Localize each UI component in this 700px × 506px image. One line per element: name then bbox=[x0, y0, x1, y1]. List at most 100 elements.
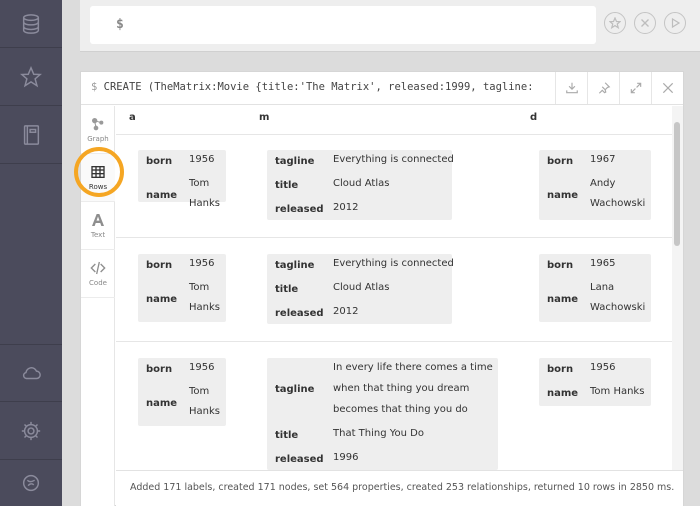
tab-code[interactable]: Code bbox=[81, 250, 115, 298]
column-header-a: a bbox=[129, 112, 136, 123]
prop-value: 1965 bbox=[590, 258, 616, 269]
clear-icon bbox=[641, 19, 649, 27]
code-icon bbox=[90, 261, 106, 275]
prop-value: 1956 bbox=[189, 154, 215, 165]
documents-button[interactable] bbox=[0, 106, 62, 164]
prop-key: name bbox=[547, 388, 579, 399]
tab-text-label: Text bbox=[90, 231, 106, 239]
prop-value: 1996 bbox=[333, 452, 359, 463]
tab-text[interactable]: Text bbox=[81, 202, 115, 250]
run-query-button[interactable] bbox=[664, 12, 686, 34]
sidebar bbox=[0, 0, 62, 506]
tab-code-label: Code bbox=[89, 279, 107, 287]
prop-value: Andy bbox=[590, 178, 616, 189]
database-button[interactable] bbox=[0, 0, 62, 48]
prop-key: tagline bbox=[275, 156, 315, 167]
prop-value: Cloud Atlas bbox=[333, 178, 390, 189]
pin-icon bbox=[598, 82, 610, 94]
prop-value: Hanks bbox=[189, 198, 220, 209]
scrollbar-thumb[interactable] bbox=[674, 122, 680, 246]
prop-value: Everything is connected bbox=[333, 154, 454, 165]
settings-button[interactable] bbox=[0, 402, 62, 460]
row-divider bbox=[116, 134, 672, 135]
row-divider bbox=[116, 237, 672, 238]
run-icon bbox=[671, 17, 681, 29]
prop-key: title bbox=[275, 430, 299, 441]
prop-value: Tom bbox=[189, 178, 210, 189]
node-card-d[interactable]: born 1967 name Andy Wachowski bbox=[539, 150, 651, 220]
download-button[interactable] bbox=[555, 72, 587, 104]
prop-key: tagline bbox=[275, 384, 315, 395]
node-card-a[interactable]: born 1956 name Tom Hanks bbox=[138, 358, 226, 426]
clear-editor-button[interactable] bbox=[634, 12, 656, 34]
cloud-icon bbox=[22, 367, 41, 380]
prop-value: Tom bbox=[189, 386, 210, 397]
neo4j-logo-icon bbox=[22, 474, 40, 492]
pin-button[interactable] bbox=[587, 72, 619, 104]
query-editor[interactable]: $ bbox=[90, 6, 596, 44]
text-icon bbox=[92, 214, 104, 226]
close-icon bbox=[662, 82, 673, 94]
prop-key: title bbox=[275, 180, 299, 191]
prop-key: born bbox=[146, 156, 173, 167]
prop-value: That Thing You Do bbox=[333, 428, 424, 439]
node-card-d[interactable]: born 1956 name Tom Hanks bbox=[539, 358, 651, 406]
editor-prompt: $ bbox=[116, 17, 124, 32]
prop-value: becomes that thing you do bbox=[333, 404, 468, 415]
editor-bar: $ bbox=[80, 0, 700, 52]
prop-key: name bbox=[547, 294, 579, 305]
close-frame-button[interactable] bbox=[651, 72, 683, 104]
cloud-button[interactable] bbox=[0, 344, 62, 402]
tab-graph-label: Graph bbox=[87, 135, 109, 143]
prop-value: Lana bbox=[590, 282, 615, 293]
prop-value: Hanks bbox=[189, 406, 220, 417]
prop-value: Wachowski bbox=[590, 198, 646, 209]
expand-icon bbox=[630, 82, 641, 94]
prop-value: Cloud Atlas bbox=[333, 282, 390, 293]
prop-value: 1967 bbox=[590, 154, 616, 165]
prop-key: released bbox=[275, 308, 324, 319]
prop-key: born bbox=[146, 364, 173, 375]
prop-key: name bbox=[146, 294, 178, 305]
prop-key: title bbox=[275, 284, 299, 295]
node-card-a[interactable]: born 1956 name Tom Hanks bbox=[138, 254, 226, 322]
status-message: Added 171 labels, created 171 nodes, set… bbox=[130, 482, 675, 493]
prop-key: name bbox=[146, 398, 178, 409]
favorites-button[interactable] bbox=[0, 48, 62, 106]
node-card-m[interactable]: tagline Everything is connected title Clou… bbox=[267, 254, 454, 324]
node-card-m[interactable]: tagline In every life there comes a time w… bbox=[267, 358, 498, 470]
favorite-query-button[interactable] bbox=[604, 12, 626, 34]
frame-title-text: CREATE (TheMatrix:Movie {title:'The Matr… bbox=[103, 81, 531, 93]
status-bar: Added 171 labels, created 171 nodes, set… bbox=[116, 470, 683, 506]
result-frame: $ CREATE (TheMatrix:Movie {title:'The Ma… bbox=[74, 71, 684, 506]
node-card-m[interactable]: tagline Everything is connected title Clou… bbox=[267, 150, 454, 220]
about-button[interactable] bbox=[0, 460, 62, 506]
prop-key: released bbox=[275, 204, 324, 215]
prop-value: 2012 bbox=[333, 202, 359, 213]
prop-value: Tom bbox=[189, 282, 210, 293]
view-tabs: Graph Rows Text Code bbox=[74, 106, 124, 506]
book-icon bbox=[23, 124, 40, 145]
row-divider bbox=[116, 341, 672, 342]
frame-title-prefix: $ bbox=[91, 81, 98, 93]
prop-value: when that thing you dream bbox=[333, 383, 470, 394]
prop-key: released bbox=[275, 454, 324, 465]
prop-key: born bbox=[547, 364, 574, 375]
prop-value: Wachowski bbox=[590, 302, 646, 313]
star-icon bbox=[609, 17, 621, 29]
prop-key: name bbox=[547, 190, 579, 201]
frame-header: $ CREATE (TheMatrix:Movie {title:'The Ma… bbox=[81, 72, 683, 105]
prop-value: 1956 bbox=[189, 362, 215, 373]
star-icon bbox=[20, 65, 42, 87]
download-icon bbox=[565, 82, 578, 94]
prop-value: Hanks bbox=[189, 302, 220, 313]
prop-value: 1956 bbox=[590, 362, 616, 373]
column-header-m: m bbox=[259, 112, 270, 123]
prop-value: In every life there comes a time bbox=[333, 362, 493, 373]
node-card-d[interactable]: born 1965 name Lana Wachowski bbox=[539, 254, 651, 322]
prop-value: 2012 bbox=[333, 306, 359, 317]
expand-button[interactable] bbox=[619, 72, 651, 104]
prop-value: Everything is connected bbox=[333, 258, 454, 269]
frame-query-title[interactable]: $ CREATE (TheMatrix:Movie {title:'The Ma… bbox=[91, 81, 531, 93]
node-card-a[interactable]: born 1956 name Tom Hanks bbox=[138, 150, 226, 209]
